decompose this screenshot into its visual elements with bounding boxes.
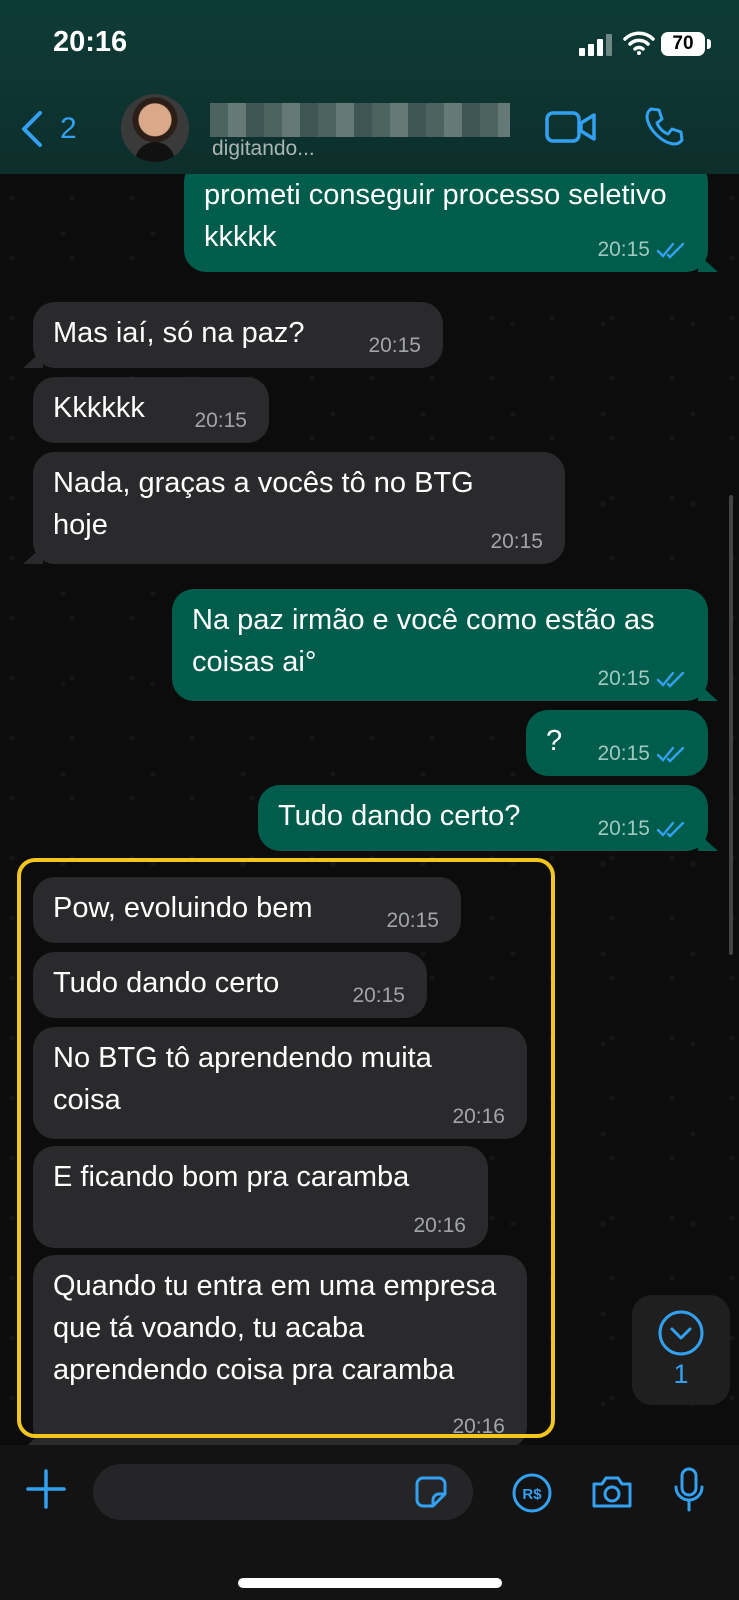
pix-icon[interactable]: R$ bbox=[511, 1472, 553, 1514]
message-bubble[interactable]: Kkkkkk 20:15 bbox=[33, 377, 269, 443]
message-bubble[interactable]: ? 20:15 bbox=[526, 710, 708, 776]
sticker-icon[interactable] bbox=[413, 1474, 449, 1510]
phone-icon[interactable] bbox=[643, 106, 685, 148]
home-indicator[interactable] bbox=[238, 1578, 502, 1588]
message-time: 20:15 bbox=[597, 238, 650, 261]
wifi-icon bbox=[623, 31, 655, 55]
message-text: Nada, graças a vocês tô no BTG hoje bbox=[53, 467, 474, 541]
video-icon[interactable] bbox=[545, 109, 597, 145]
double-check-icon bbox=[656, 242, 685, 259]
double-check-icon bbox=[656, 671, 685, 688]
avatar[interactable] bbox=[121, 94, 189, 162]
double-check-icon bbox=[656, 746, 685, 763]
message-meta: 20:15 bbox=[597, 743, 686, 765]
message-time: 20:15 bbox=[368, 334, 421, 357]
message-bubble[interactable]: Nada, graças a vocês tô no BTG hoje 20:1… bbox=[23, 452, 565, 564]
message-time: 20:15 bbox=[597, 742, 650, 765]
highlight-frame bbox=[17, 858, 555, 1438]
message-time: 20:15 bbox=[490, 530, 543, 553]
contact-status: digitando... bbox=[212, 137, 315, 160]
message-meta: 20:15 bbox=[597, 239, 686, 261]
back-icon[interactable] bbox=[18, 110, 46, 148]
contact-name-blurred[interactable] bbox=[210, 103, 510, 137]
svg-text:R$: R$ bbox=[522, 1486, 542, 1503]
plus-icon[interactable] bbox=[25, 1468, 67, 1510]
message-bubble[interactable]: prometi conseguir processo seletivo kkkk… bbox=[184, 160, 718, 272]
chevron-down-icon bbox=[658, 1310, 704, 1356]
message-time: 20:15 bbox=[597, 667, 650, 690]
avatar-shirt bbox=[135, 142, 175, 162]
chat-header: 20:16 70 2 digitando... bbox=[0, 0, 739, 174]
message-bubble[interactable]: Tudo dando certo? 20:15 bbox=[258, 785, 718, 851]
message-bubble[interactable]: Mas iaí, só na paz? 20:15 bbox=[23, 302, 443, 368]
message-meta: 20:15 bbox=[597, 818, 686, 840]
mic-icon[interactable] bbox=[673, 1467, 705, 1513]
battery-tip bbox=[707, 39, 711, 49]
double-check-icon bbox=[656, 821, 685, 838]
scrollbar[interactable] bbox=[729, 495, 733, 955]
message-bubble[interactable]: Na paz irmão e você como estão as coisas… bbox=[172, 589, 718, 701]
message-time: 20:15 bbox=[597, 817, 650, 840]
scroll-to-bottom-button[interactable]: 1 bbox=[632, 1295, 730, 1405]
status-time: 20:16 bbox=[53, 26, 128, 58]
message-meta: 20:15 bbox=[597, 668, 686, 690]
signal-icon bbox=[579, 34, 612, 56]
battery-level: 70 bbox=[661, 32, 705, 56]
unread-count: 1 bbox=[673, 1359, 689, 1389]
camera-icon[interactable] bbox=[590, 1474, 634, 1510]
message-time: 20:15 bbox=[194, 409, 247, 432]
back-count[interactable]: 2 bbox=[60, 112, 77, 146]
